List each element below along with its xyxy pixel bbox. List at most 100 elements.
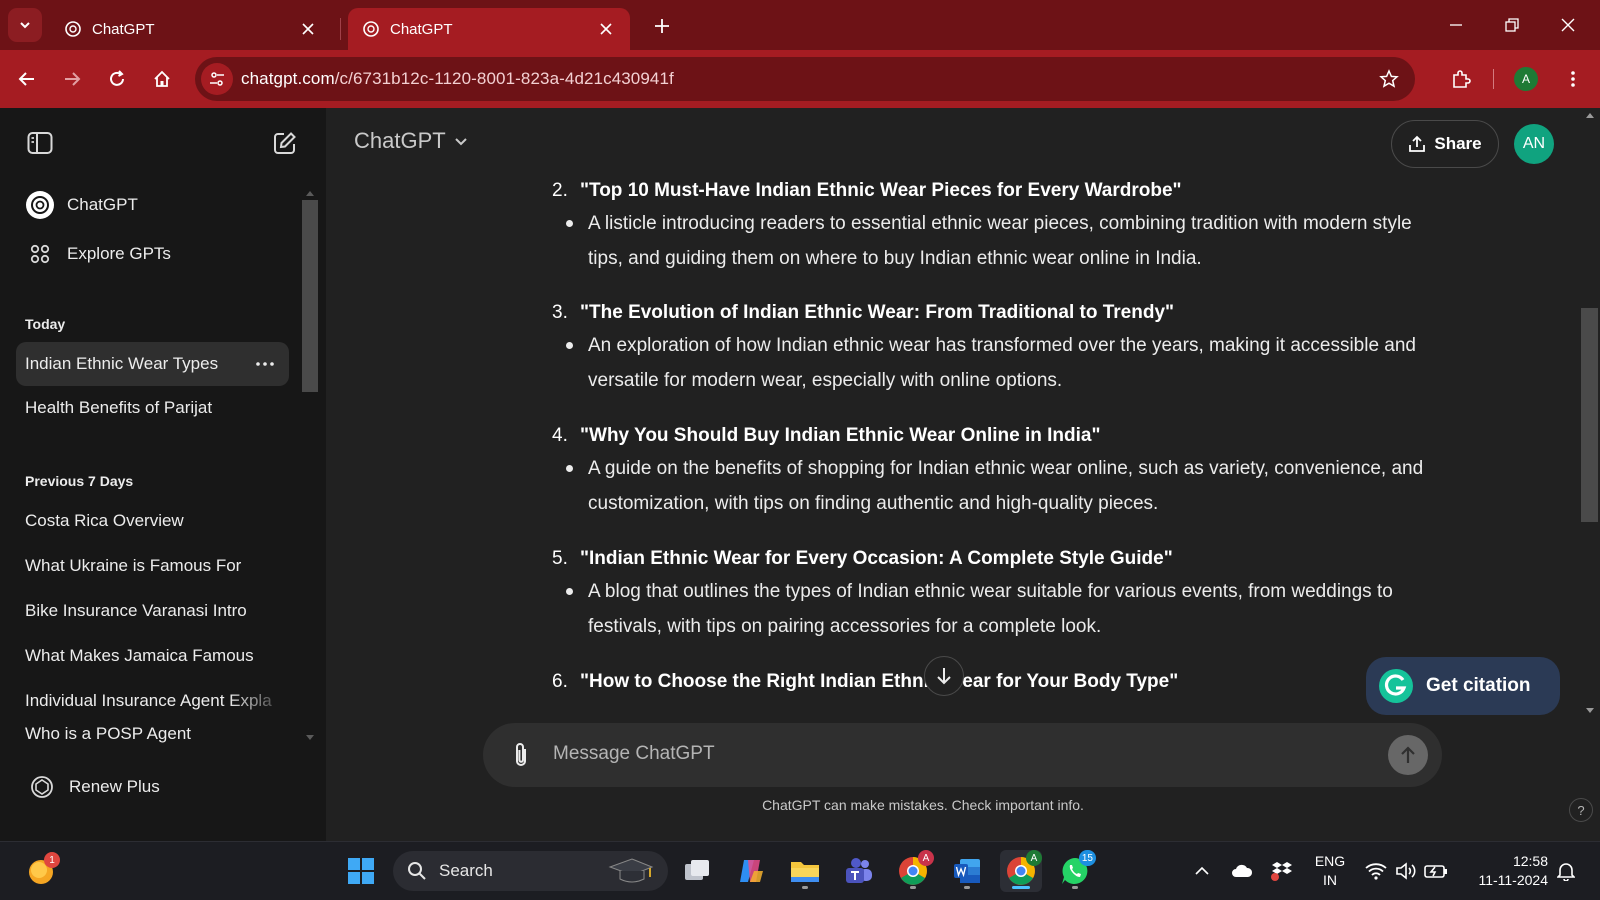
chat-item-posp-agent[interactable]: Who is a POSP Agent <box>16 721 289 747</box>
taskbar-teams[interactable] <box>838 850 880 892</box>
notification-badge: 1 <box>44 852 60 868</box>
chat-item-label: Bike Insurance Varanasi Intro <box>25 601 247 620</box>
chat-item-insurance-agent[interactable]: Individual Insurance Agent Expla <box>16 679 289 723</box>
share-label: Share <box>1434 134 1482 153</box>
sidebar-item-chatgpt[interactable]: ChatGPT <box>25 185 138 225</box>
openai-logo-icon <box>25 190 55 220</box>
home-button[interactable] <box>145 62 179 96</box>
chat-item-ukraine[interactable]: What Ukraine is Famous For <box>16 544 289 588</box>
battery-tray-icon[interactable] <box>1424 859 1448 883</box>
task-view-button[interactable] <box>676 850 718 892</box>
scroll-up-arrow-icon[interactable] <box>1583 108 1597 122</box>
share-button[interactable]: Share <box>1391 120 1499 168</box>
volume-tray-icon[interactable] <box>1394 859 1418 883</box>
close-icon[interactable] <box>298 19 318 39</box>
chat-scroll-thumb[interactable] <box>1581 308 1598 522</box>
chat-item-indian-ethnic-wear[interactable]: Indian Ethnic Wear Types <box>16 342 289 386</box>
renew-plus-label: Renew Plus <box>69 777 160 796</box>
message-input[interactable] <box>553 743 1353 765</box>
language-code: ENG <box>1314 853 1346 869</box>
sidebar-item-explore-gpts[interactable]: Explore GPTs <box>25 234 171 274</box>
openai-logo-icon <box>64 20 82 38</box>
search-icon <box>408 862 426 880</box>
windows-logo-icon <box>348 858 374 884</box>
chat-item-label: Indian Ethnic Wear Types <box>25 354 219 373</box>
model-selector[interactable]: ChatGPT <box>354 128 468 154</box>
close-icon[interactable] <box>596 19 616 39</box>
taskbar-search[interactable]: Search <box>393 851 668 891</box>
chrome-profile-badge: A <box>1026 850 1042 866</box>
list-item-title: 5. "Indian Ethnic Wear for Every Occasion… <box>552 548 1173 570</box>
taskbar-file-explorer[interactable] <box>784 850 826 892</box>
toolbar-divider <box>1493 69 1494 89</box>
get-citation-widget[interactable]: Get citation <box>1366 657 1560 715</box>
notifications-button[interactable] <box>1554 859 1578 883</box>
edit-icon <box>274 132 296 154</box>
section-heading-today: Today <box>25 316 66 332</box>
onedrive-tray-icon[interactable] <box>1230 859 1254 883</box>
list-item-title: 6. "How to Choose the Right Indian Ethnic… <box>552 671 1178 693</box>
window-close-button[interactable] <box>1540 0 1596 50</box>
site-info-button[interactable] <box>201 63 233 95</box>
taskbar-word[interactable] <box>946 850 988 892</box>
minimize-button[interactable] <box>1428 0 1484 50</box>
message-composer <box>483 723 1442 787</box>
running-indicator <box>1072 886 1078 889</box>
new-chat-button[interactable] <box>270 128 300 158</box>
taskbar-chrome-active[interactable]: A <box>1000 850 1042 892</box>
send-button[interactable] <box>1388 735 1428 775</box>
extensions-button[interactable] <box>1444 62 1478 96</box>
reload-icon <box>110 70 124 86</box>
browser-tab-2[interactable]: ChatGPT <box>348 8 630 50</box>
chevron-down-icon <box>20 22 30 29</box>
list-title-text: "Top 10 Must-Have Indian Ethnic Wear Pie… <box>580 180 1182 201</box>
show-hidden-icons-button[interactable] <box>1190 859 1214 883</box>
chat-item-bike-insurance[interactable]: Bike Insurance Varanasi Intro <box>16 589 289 633</box>
minimize-icon <box>1450 24 1462 26</box>
user-avatar[interactable]: AN <box>1514 124 1554 164</box>
toggle-sidebar-button[interactable] <box>25 128 55 158</box>
chat-item-parijat[interactable]: Health Benefits of Parijat <box>16 386 289 430</box>
tab-search-button[interactable] <box>8 8 42 42</box>
more-options-button[interactable] <box>253 352 277 376</box>
url-text: chatgpt.com/c/6731b12c-1120-8001-823a-4d… <box>241 69 674 89</box>
restore-icon <box>1505 18 1519 32</box>
attach-button[interactable] <box>505 739 537 771</box>
start-button[interactable] <box>340 850 382 892</box>
clock[interactable]: 12:58 11-11-2024 <box>1464 852 1548 890</box>
browser-menu-button[interactable] <box>1556 62 1590 96</box>
chat-item-label: What Makes Jamaica Famous <box>25 646 254 665</box>
taskbar-whatsapp[interactable]: 15 <box>1054 850 1096 892</box>
bullet <box>566 465 573 472</box>
taskbar-copilot[interactable] <box>730 850 772 892</box>
bookmark-star-button[interactable] <box>1377 67 1401 91</box>
description-text: An exploration of how Indian ethnic wear… <box>588 335 1417 391</box>
sidebar: ChatGPT Explore GPTs Today Indian Ethnic… <box>0 108 326 841</box>
help-button[interactable]: ? <box>1569 798 1593 822</box>
chat-item-jamaica[interactable]: What Makes Jamaica Famous <box>16 634 289 678</box>
kebab-menu-icon <box>1571 71 1575 87</box>
scroll-down-arrow-icon <box>306 735 314 740</box>
new-tab-button[interactable] <box>648 12 676 40</box>
address-bar[interactable]: chatgpt.com/c/6731b12c-1120-8001-823a-4d… <box>195 57 1415 101</box>
restore-button[interactable] <box>1484 0 1540 50</box>
forward-button[interactable] <box>55 62 89 96</box>
chat-item-costa-rica[interactable]: Costa Rica Overview <box>16 499 289 543</box>
reload-button[interactable] <box>100 62 134 96</box>
plus-icon <box>655 19 669 33</box>
renew-plus-button[interactable]: Renew Plus <box>25 765 160 809</box>
taskbar-chrome-profile-a[interactable]: A <box>892 850 934 892</box>
profile-avatar[interactable]: A <box>1514 67 1538 91</box>
language-indicator[interactable]: ENG IN <box>1310 852 1350 890</box>
dropbox-tray-icon[interactable] <box>1270 859 1294 883</box>
sidebar-toggle-icon <box>27 132 53 154</box>
scroll-to-bottom-button[interactable] <box>924 656 964 696</box>
sidebar-scroll-thumb[interactable] <box>302 200 318 392</box>
back-button[interactable] <box>10 62 44 96</box>
wifi-tray-icon[interactable] <box>1364 859 1388 883</box>
taskbar-weather-widget[interactable]: 1 <box>20 850 62 892</box>
scroll-down-arrow-icon[interactable] <box>1583 704 1597 718</box>
grammarly-logo-icon <box>1378 668 1414 704</box>
arrow-left-icon <box>18 72 34 86</box>
browser-tab-1[interactable]: ChatGPT <box>50 8 332 50</box>
